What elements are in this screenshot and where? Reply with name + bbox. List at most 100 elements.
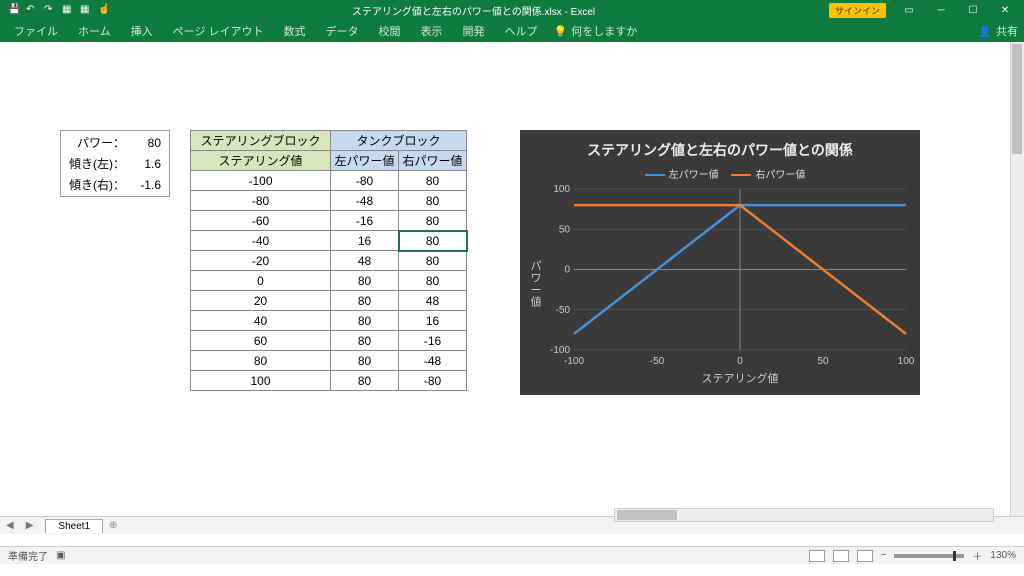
tab-home[interactable]: ホーム — [70, 21, 119, 41]
cell[interactable]: -48 — [399, 351, 467, 371]
params-table[interactable]: パワー：80 傾き(左)：1.6 傾き(右)：-1.6 — [60, 130, 170, 197]
header-right-power[interactable]: 右パワー値 — [399, 151, 467, 171]
share-button[interactable]: 👤 共有 — [978, 23, 1018, 39]
tab-file[interactable]: ファイル — [6, 21, 66, 41]
view-normal-button[interactable] — [809, 550, 825, 562]
cell[interactable]: 80 — [331, 291, 399, 311]
header-steering-value[interactable]: ステアリング値 — [191, 151, 331, 171]
cell[interactable]: -80 — [191, 191, 331, 211]
cell[interactable]: -16 — [399, 331, 467, 351]
tab-insert[interactable]: 挿入 — [123, 21, 161, 41]
share-icon: 👤 — [978, 25, 992, 38]
chart-title: ステアリング値と左右のパワー値との関係 — [520, 130, 920, 160]
header-left-power[interactable]: 左パワー値 — [331, 151, 399, 171]
sheet-nav-next[interactable]: ▶ — [20, 520, 40, 531]
header-steering-block[interactable]: ステアリングブロック — [191, 131, 331, 151]
cell[interactable]: 1.6 — [133, 154, 167, 173]
zoom-in-button[interactable]: ＋ — [972, 548, 982, 563]
view-page-layout-button[interactable] — [833, 550, 849, 562]
cell[interactable]: 80 — [133, 133, 167, 152]
cell[interactable]: -20 — [191, 251, 331, 271]
svg-text:-50: -50 — [556, 305, 571, 316]
cell[interactable]: パワー： — [63, 133, 131, 152]
sheet-tab-sheet1[interactable]: Sheet1 — [45, 519, 103, 533]
cell[interactable]: -60 — [191, 211, 331, 231]
svg-text:100: 100 — [898, 356, 915, 367]
vertical-scrollbar[interactable] — [1010, 42, 1024, 534]
zoom-out-button[interactable]: − — [881, 550, 887, 561]
tab-review[interactable]: 校閲 — [371, 21, 409, 41]
tab-view[interactable]: 表示 — [413, 21, 451, 41]
tab-data[interactable]: データ — [318, 21, 367, 41]
chart[interactable]: ステアリング値と左右のパワー値との関係 左パワー値 右パワー値 -100-500… — [520, 130, 920, 395]
cell[interactable]: 80 — [399, 251, 467, 271]
horizontal-scrollbar[interactable] — [614, 508, 994, 522]
data-table[interactable]: ステアリングブロック タンクブロック ステアリング値 左パワー値 右パワー値 -… — [190, 130, 467, 391]
cell[interactable]: 100 — [191, 371, 331, 391]
svg-text:-100: -100 — [550, 345, 570, 356]
cell[interactable]: -40 — [191, 231, 331, 251]
cell[interactable]: 20 — [191, 291, 331, 311]
cell[interactable]: 80 — [331, 331, 399, 351]
table-row: -401680 — [191, 231, 467, 251]
cell[interactable]: 40 — [191, 311, 331, 331]
zoom-level[interactable]: 130% — [990, 550, 1016, 561]
cell[interactable]: 48 — [331, 251, 399, 271]
cell[interactable]: -100 — [191, 171, 331, 191]
legend-swatch-left — [645, 174, 665, 176]
macro-record-icon[interactable]: ▣ — [56, 550, 65, 561]
cell[interactable]: 80 — [399, 171, 467, 191]
cell[interactable]: 80 — [399, 231, 467, 251]
table-row: 208048 — [191, 291, 467, 311]
maximize-button[interactable]: ☐ — [958, 5, 988, 16]
cell[interactable]: -1.6 — [133, 175, 167, 194]
table-row: 08080 — [191, 271, 467, 291]
cell[interactable]: 80 — [331, 271, 399, 291]
cell[interactable]: 80 — [399, 271, 467, 291]
qat-icon[interactable]: ▦ — [80, 4, 92, 16]
redo-icon[interactable]: ↷ — [44, 4, 56, 16]
header-tank-block[interactable]: タンクブロック — [331, 131, 467, 151]
tab-developer[interactable]: 開発 — [455, 21, 493, 41]
cell[interactable]: 80 — [399, 211, 467, 231]
scrollbar-thumb[interactable] — [617, 510, 677, 520]
cell[interactable]: 80 — [399, 191, 467, 211]
cell[interactable]: 60 — [191, 331, 331, 351]
tab-formulas[interactable]: 数式 — [276, 21, 314, 41]
close-button[interactable]: ✕ — [990, 5, 1020, 16]
cell[interactable]: -48 — [331, 191, 399, 211]
cell[interactable]: 80 — [331, 351, 399, 371]
sheet-nav-prev[interactable]: ◀ — [0, 520, 20, 531]
svg-text:0: 0 — [737, 356, 743, 367]
cell[interactable]: 傾き(右)： — [63, 175, 131, 194]
cell[interactable]: 16 — [399, 311, 467, 331]
sign-in-button[interactable]: サインイン — [829, 3, 886, 18]
zoom-slider[interactable] — [894, 554, 964, 558]
add-sheet-button[interactable]: ⊕ — [109, 520, 117, 531]
cell[interactable]: -80 — [399, 371, 467, 391]
qat-icon[interactable]: ▦ — [62, 4, 74, 16]
undo-icon[interactable]: ↶ — [26, 4, 38, 16]
worksheet-area[interactable]: パワー：80 傾き(左)：1.6 傾き(右)：-1.6 ステアリングブロック タ… — [0, 42, 1024, 546]
cell[interactable]: 傾き(左)： — [63, 154, 131, 173]
svg-text:-100: -100 — [564, 356, 584, 367]
tab-help[interactable]: ヘルプ — [497, 21, 546, 41]
cell[interactable]: -80 — [331, 171, 399, 191]
scrollbar-thumb[interactable] — [1012, 44, 1022, 154]
ribbon-display-icon[interactable]: ▭ — [894, 5, 924, 16]
tell-me-search[interactable]: 💡 何をしますか — [554, 23, 638, 39]
minimize-button[interactable]: ─ — [926, 5, 956, 16]
cell[interactable]: 80 — [331, 371, 399, 391]
cell[interactable]: 80 — [191, 351, 331, 371]
save-icon[interactable]: 💾 — [8, 4, 20, 16]
chart-plot: -100-50050100-100-50050100ステアリング値パワー値 — [520, 183, 920, 388]
cell[interactable]: 0 — [191, 271, 331, 291]
tab-page-layout[interactable]: ページ レイアウト — [165, 21, 272, 41]
view-page-break-button[interactable] — [857, 550, 873, 562]
cell[interactable]: 80 — [331, 311, 399, 331]
cell[interactable]: 16 — [331, 231, 399, 251]
cell[interactable]: -16 — [331, 211, 399, 231]
lightbulb-icon: 💡 — [554, 25, 568, 38]
touch-mode-icon[interactable]: ☝ — [98, 4, 110, 16]
cell[interactable]: 48 — [399, 291, 467, 311]
